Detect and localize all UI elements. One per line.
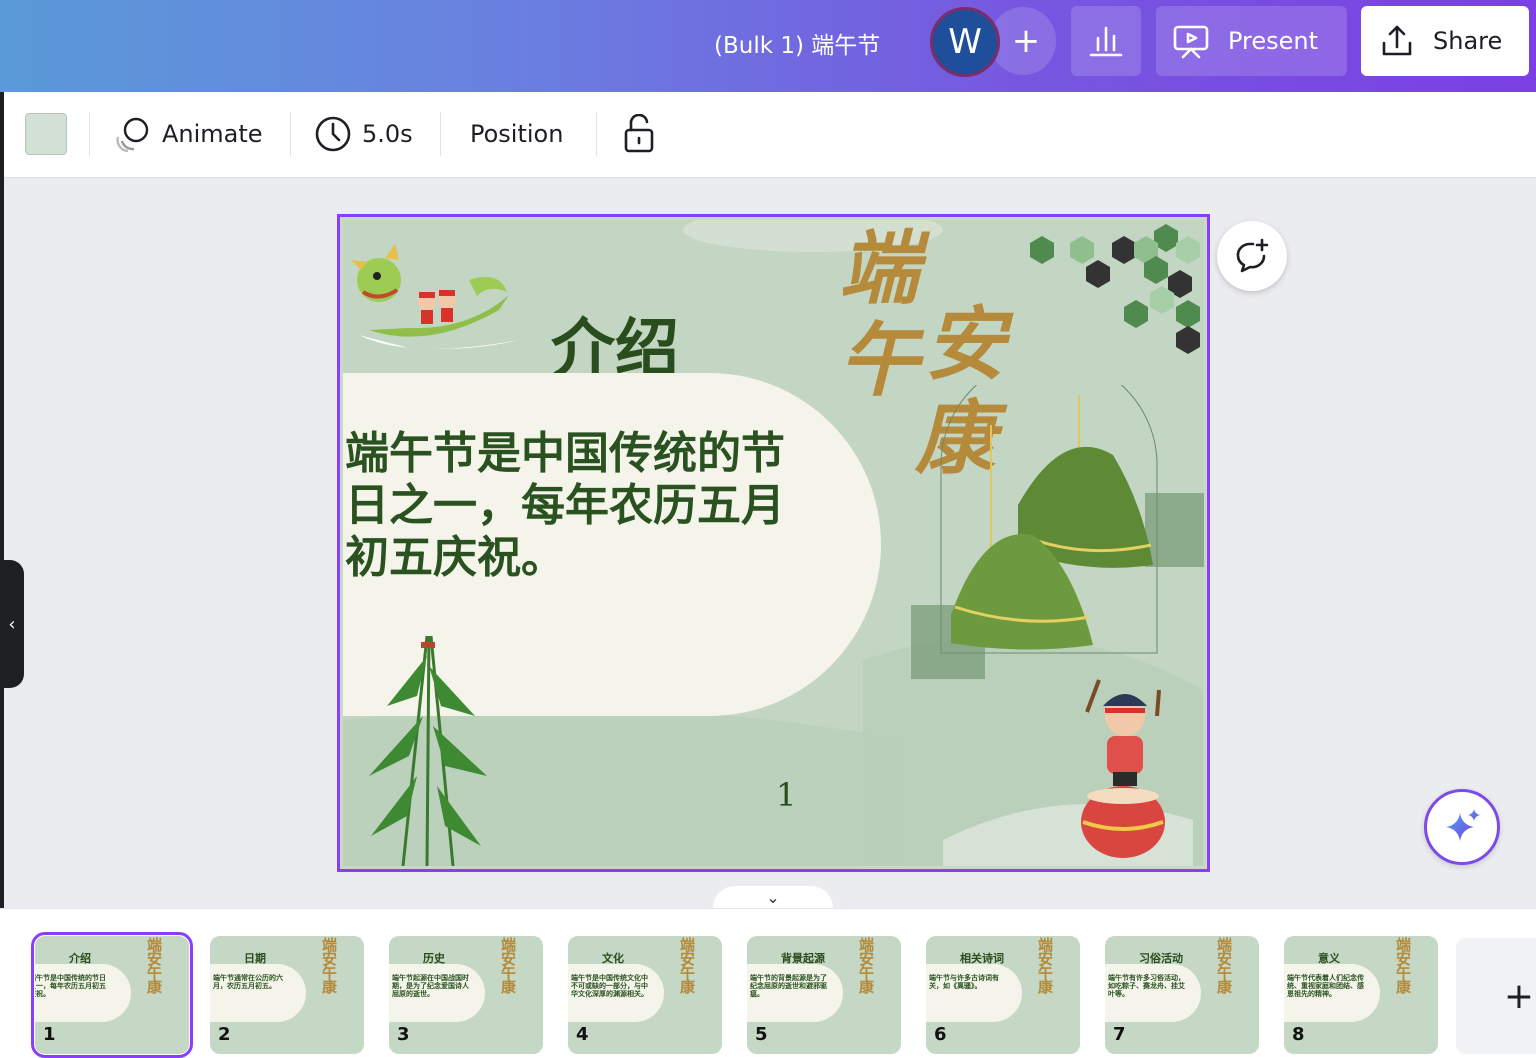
clock-icon	[315, 116, 351, 152]
thumb-calligraphy: 端安午康	[322, 936, 338, 996]
page-thumbnail-4[interactable]: 文化 端午节是中国传统文化中不可或缺的一部分，与中华文化深厚的渊源相关。 端安午…	[568, 936, 722, 1054]
thumb-title: 背景起源	[781, 952, 825, 965]
background-color-swatch[interactable]	[25, 113, 67, 155]
thumb-title: 历史	[423, 952, 445, 965]
upload-icon	[1382, 25, 1412, 56]
share-label: Share	[1433, 27, 1503, 55]
toolbar-divider	[290, 112, 291, 156]
thumb-calligraphy: 端安午康	[859, 936, 875, 996]
page-thumbnail-5[interactable]: 背景起源 端午节的背景起源是为了纪念屈原的逝世和避邪驱瘟。 端安午康 5	[747, 936, 901, 1054]
hexagon-pattern	[1030, 224, 1200, 354]
thumb-panel	[210, 964, 306, 1022]
thumb-title: 日期	[244, 952, 266, 965]
thumb-title: 意义	[1318, 952, 1340, 965]
comment-plus-icon	[1236, 238, 1269, 273]
duration-button[interactable]: 5.0s	[314, 112, 413, 156]
thumb-page-number: 1	[43, 1024, 56, 1045]
present-label: Present	[1228, 27, 1319, 55]
page-thumbnail-2[interactable]: 日期 端午节通常在公历的六月，农历五月初五。 端安午康 2	[210, 936, 364, 1054]
duration-label: 5.0s	[362, 120, 413, 148]
toolbar-divider	[440, 112, 441, 156]
toolbar-divider	[596, 112, 597, 156]
thumb-calligraphy: 端安午康	[1396, 936, 1412, 996]
document-title[interactable]: (Bulk 1) 端午节	[714, 26, 880, 60]
thumb-body: 端午节代表着人们纪念传统、重视家庭和团结、感恩祖先的精神。	[1287, 974, 1364, 998]
share-button[interactable]: Share	[1361, 6, 1529, 76]
thumb-panel	[926, 964, 1022, 1022]
mugwort-plant-illustration	[369, 635, 487, 866]
page-thumbnail-7[interactable]: 习俗活动 端午节有许多习俗活动，如吃粽子、赛龙舟、挂艾叶等。 端安午康 7	[1105, 936, 1259, 1054]
side-panel-toggle[interactable]: ‹	[0, 560, 24, 688]
animate-label: Animate	[162, 120, 263, 148]
presentation-icon	[1173, 25, 1209, 59]
thumb-title: 习俗活动	[1139, 952, 1183, 965]
thumb-page-number: 7	[1113, 1024, 1126, 1045]
thumb-body: 端午节有许多习俗活动，如吃粽子、赛龙舟、挂艾叶等。	[1108, 974, 1185, 998]
thumb-page-number: 3	[397, 1024, 410, 1045]
thumb-calligraphy: 端安午康	[501, 936, 517, 996]
slide-background: 介绍 端 午 安 康 端午节是中国传统的节日之一，每年农历五月初五庆祝。 1	[343, 220, 1204, 866]
top-header: (Bulk 1) 端午节 + W Present Share	[0, 0, 1536, 92]
insights-button[interactable]	[1071, 6, 1141, 76]
thumb-title: 文化	[602, 952, 624, 965]
animate-icon	[116, 117, 149, 153]
side-panel-edge	[0, 92, 4, 908]
thumb-body: 端午节是中国传统的节日之一，每年农历五月初五庆祝。	[35, 974, 106, 998]
thumb-calligraphy: 端安午康	[147, 936, 163, 996]
page-thumbnail-1[interactable]: 介绍 端午节是中国传统的节日之一，每年农历五月初五庆祝。 端安午康 1	[31, 932, 193, 1058]
toolbar-divider	[89, 112, 90, 156]
editor-toolbar: Animate 5.0s Position	[0, 92, 1536, 178]
bar-chart-icon	[1089, 26, 1123, 57]
slide-page-number[interactable]: 1	[776, 776, 796, 814]
thumb-title: 相关诗词	[960, 952, 1004, 965]
page-thumbnail-6[interactable]: 相关诗词 端午节与许多古诗词有关，如《离骚》。 端安午康 6	[926, 936, 1080, 1054]
filmstrip-collapse-button[interactable]: ⌄	[713, 886, 833, 910]
thumb-body: 端午节与许多古诗词有关，如《离骚》。	[929, 974, 999, 990]
lock-button[interactable]	[622, 112, 656, 156]
user-avatar[interactable]: W	[930, 7, 1000, 77]
plus-icon: +	[1503, 975, 1534, 1017]
thumb-calligraphy: 端安午康	[680, 936, 696, 996]
thumb-page-number: 5	[755, 1024, 768, 1045]
drum-boy-illustration	[1081, 679, 1165, 858]
add-page-button[interactable]: +	[1456, 938, 1536, 1054]
dragon-boat-illustration	[351, 244, 519, 349]
thumb-body: 端午节是中国传统文化中不可或缺的一部分，与中华文化深厚的渊源相关。	[571, 974, 648, 998]
position-label: Position	[470, 120, 564, 148]
page-thumbnail-3[interactable]: 历史 端午节起源在中国战国时期，是为了纪念爱国诗人屈原的逝世。 端安午康 3	[389, 936, 543, 1054]
thumb-page-number: 4	[576, 1024, 589, 1045]
sparkle-icon	[1446, 809, 1480, 841]
slide-body-text[interactable]: 端午节是中国传统的节日之一，每年农历五月初五庆祝。	[345, 428, 825, 584]
thumb-body: 端午节通常在公历的六月，农历五月初五。	[213, 974, 283, 990]
calligraphy-char: 端	[839, 221, 919, 315]
thumb-calligraphy: 端安午康	[1217, 936, 1233, 996]
thumb-body: 端午节的背景起源是为了纪念屈原的逝世和避邪驱瘟。	[750, 974, 827, 998]
zongzi-illustration	[911, 385, 1204, 679]
thumb-page-number: 6	[934, 1024, 947, 1045]
slide-canvas[interactable]: 介绍 端 午 安 康 端午节是中国传统的节日之一，每年农历五月初五庆祝。 1	[337, 214, 1210, 872]
page-thumbnail-8[interactable]: 意义 端午节代表着人们纪念传统、重视家庭和团结、感恩祖先的精神。 端安午康 8	[1284, 936, 1438, 1054]
add-comment-button[interactable]	[1217, 221, 1287, 291]
thumb-title: 介绍	[69, 952, 91, 965]
unlock-icon	[624, 114, 654, 153]
chevron-left-icon: ‹	[8, 613, 16, 635]
calligraphy-char: 安	[925, 297, 1005, 391]
animate-button[interactable]: Animate	[114, 112, 263, 156]
magic-assistant-button[interactable]	[1424, 789, 1500, 865]
thumb-body: 端午节起源在中国战国时期，是为了纪念爱国诗人屈原的逝世。	[392, 974, 469, 998]
thumb-page-number: 8	[1292, 1024, 1305, 1045]
thumb-calligraphy: 端安午康	[1038, 936, 1054, 996]
present-button[interactable]: Present	[1156, 6, 1347, 76]
thumb-page-number: 2	[218, 1024, 231, 1045]
position-button[interactable]: Position	[470, 112, 563, 156]
chevron-down-icon: ⌄	[766, 888, 780, 907]
